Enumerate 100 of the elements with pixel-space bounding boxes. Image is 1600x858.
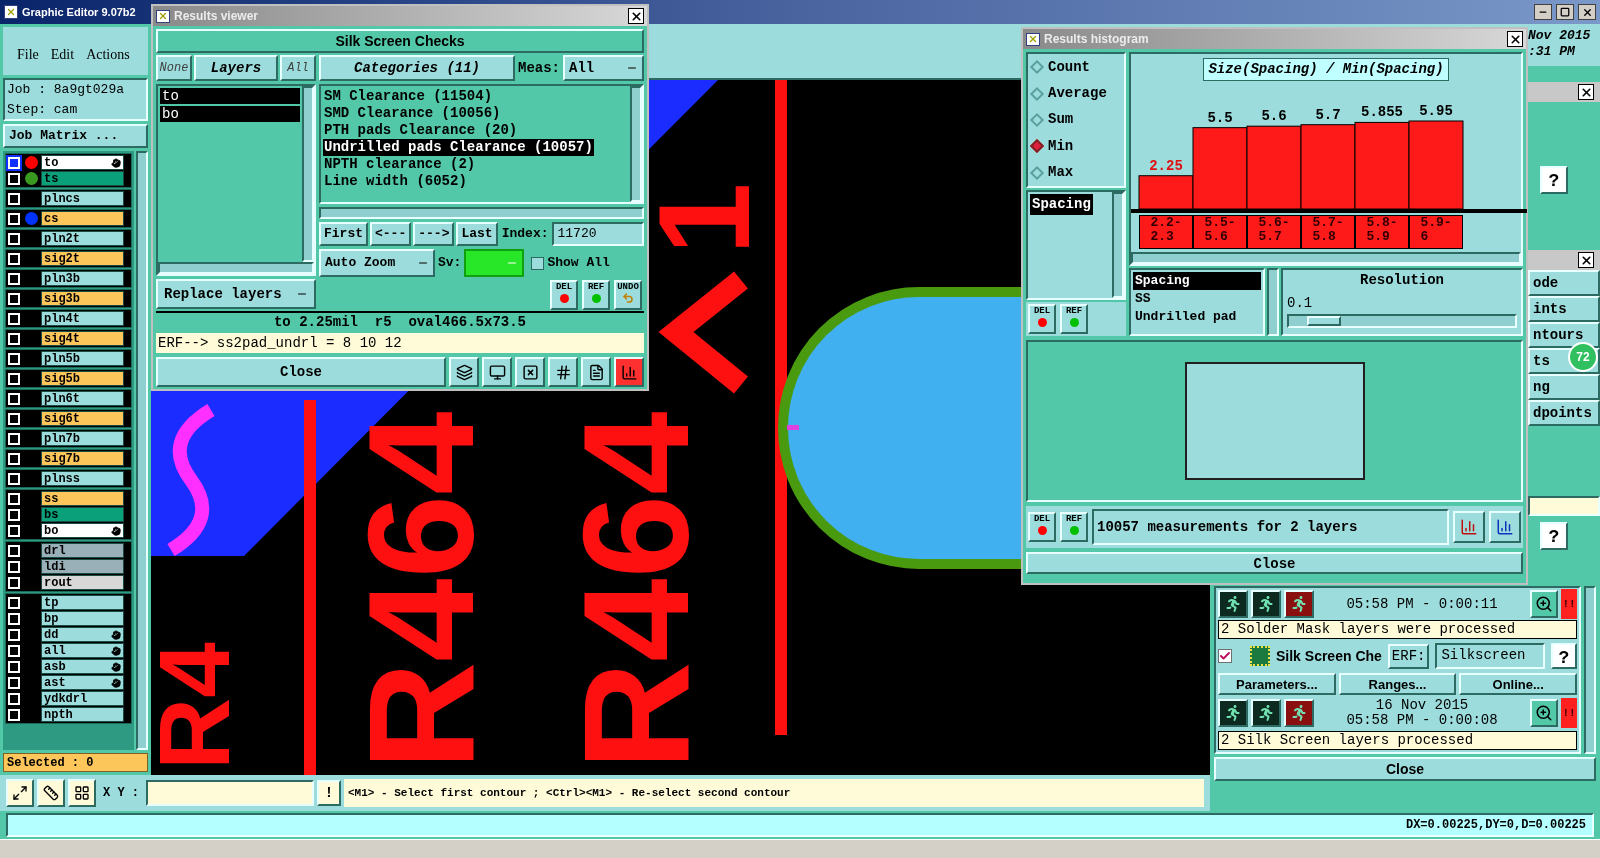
help-button[interactable]: ? [1540,522,1568,550]
alert-button[interactable]: !! [1561,589,1577,619]
close-button[interactable] [1578,84,1594,100]
layer-checkbox[interactable] [8,612,20,625]
tool-button[interactable]: DEL [1028,304,1056,334]
layer-item[interactable]: ydkdrl [41,691,124,706]
category-item[interactable]: Undrilled pads Clearance (10057) [323,139,594,156]
layer-item[interactable]: sig6t [41,411,124,426]
text-field[interactable] [1528,496,1600,516]
layer-filter-tab[interactable]: Layers [194,55,278,81]
layer-item[interactable]: bo [41,523,124,538]
layer-checkbox[interactable] [8,544,20,557]
layer-item[interactable]: ast [41,675,124,690]
layer-filter-tab[interactable]: All [280,55,316,81]
layer-item[interactable]: npth [41,707,124,722]
layer-checkbox[interactable] [8,472,20,485]
maximize-button[interactable] [1556,4,1574,20]
category-item[interactable]: SM Clearance (11504) [323,88,494,105]
layer-checkbox[interactable] [8,452,20,465]
scrollbar[interactable] [319,207,644,219]
toolbar-button[interactable] [614,357,644,387]
scrollbar[interactable] [136,151,148,750]
scrollbar[interactable] [158,262,314,274]
navigation-button[interactable]: Last [456,222,498,246]
layer-item[interactable]: asb [41,659,124,674]
layer-item[interactable]: rout [41,575,124,590]
layer-item[interactable]: ss [41,491,124,506]
layer-checkbox[interactable] [8,576,20,589]
layer-checkbox[interactable] [8,192,20,205]
tool-button[interactable]: DEL [550,280,578,310]
mode-option[interactable]: dpoints [1528,400,1600,426]
check-option-button[interactable]: Parameters... [1218,673,1336,695]
layer-item[interactable]: pln2t [41,231,124,246]
meas-dropdown[interactable]: All [563,55,644,81]
category-item[interactable]: SMD Clearance (10056) [323,105,502,122]
menu-item[interactable]: Edit [50,44,75,65]
layer-item[interactable]: to [41,155,124,170]
close-button[interactable] [1578,4,1596,20]
category-item[interactable]: NPTH clearance (2) [323,156,477,173]
menu-item[interactable]: Actions [86,44,130,65]
layer-item[interactable]: pln6t [41,391,124,406]
layer-checkbox[interactable] [8,560,20,573]
result-layer-item[interactable]: bo [160,106,300,122]
layer-checkbox[interactable] [8,660,20,673]
layer-checkbox[interactable] [8,252,20,265]
layer-item[interactable]: all [41,643,124,658]
toolbar-button[interactable] [1453,511,1485,543]
resolution-slider[interactable] [1287,314,1517,328]
layer-item[interactable]: dd [41,627,124,642]
help-button[interactable]: ? [1551,643,1577,669]
toolbar-button[interactable] [482,357,512,387]
minimize-button[interactable] [1534,4,1552,20]
result-layer-item[interactable]: to [160,88,300,104]
scrollbar[interactable] [1584,586,1596,754]
layer-checkbox[interactable] [8,492,20,505]
layer-item[interactable]: drl [41,543,124,558]
run-button[interactable] [1251,590,1281,618]
check-checkbox[interactable] [1218,649,1232,663]
layer-checkbox[interactable] [8,692,20,705]
navigation-button[interactable]: ---> [413,222,455,246]
layer-checkbox[interactable] [8,312,20,325]
close-button[interactable] [628,8,644,24]
layer-checkbox[interactable] [8,232,20,245]
index-field[interactable]: 11720 [552,222,644,246]
layer-checkbox[interactable] [8,508,20,521]
layer-checkbox[interactable] [8,272,20,285]
check-option-button[interactable]: Online... [1459,673,1577,695]
layer-item[interactable]: tp [41,595,124,610]
replace-mode-dropdown[interactable]: Replace layers [156,279,316,309]
category-item[interactable]: Line width (6052) [323,173,468,190]
navigation-button[interactable]: First [319,222,368,246]
close-button[interactable] [1578,252,1594,268]
zoom-button[interactable] [1530,699,1558,727]
measure-item[interactable]: Spacing [1030,194,1093,215]
layer-item[interactable]: sig4t [41,331,124,346]
xy-input-field[interactable] [146,780,314,806]
mode-option[interactable]: ints [1528,296,1600,322]
layer-checkbox[interactable] [8,524,20,537]
alert-button[interactable]: !! [1561,698,1577,728]
zoom-mode-dropdown[interactable]: Auto Zoom [319,249,435,277]
layer-checkbox[interactable] [8,292,20,305]
layer-checkbox[interactable] [8,352,20,365]
layer-item[interactable]: ldi [41,559,124,574]
layer-checkbox[interactable] [8,156,20,169]
layer-item[interactable]: sig2t [41,251,124,266]
layer-checkbox[interactable] [8,412,20,425]
layer-item[interactable]: sig5b [41,371,124,386]
tool-button[interactable]: REF [1060,512,1088,542]
layer-item[interactable]: ts [41,171,124,186]
layer-checkbox[interactable] [8,628,20,641]
layer-item[interactable]: pln5b [41,351,124,366]
show-all-checkbox[interactable] [531,256,545,270]
check-option-button[interactable]: Ranges... [1338,673,1457,695]
run-button[interactable] [1284,699,1314,727]
layer-item[interactable]: pln7b [41,431,124,446]
toolbar-button[interactable] [1489,511,1521,543]
layer-checkbox[interactable] [8,212,20,225]
layer-checkbox[interactable] [8,676,20,689]
run-button[interactable] [1218,590,1248,618]
help-button[interactable]: ? [1540,166,1568,194]
